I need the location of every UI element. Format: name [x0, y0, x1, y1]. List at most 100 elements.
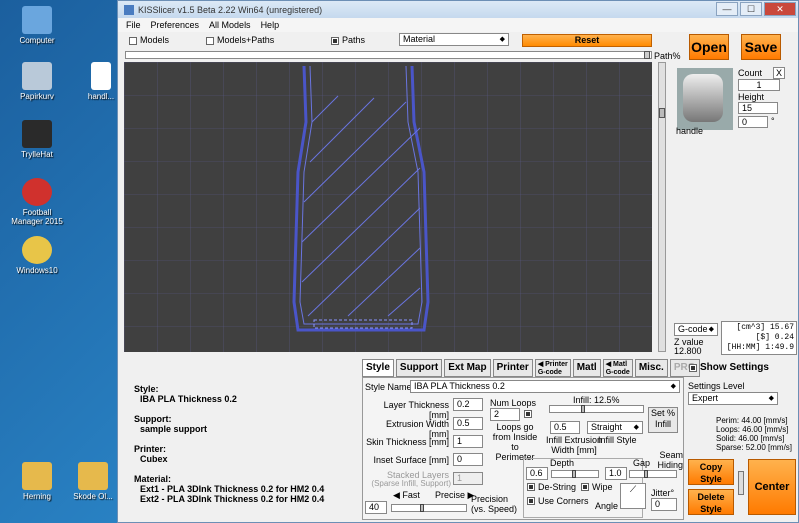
stacked-layers-input[interactable]: 1	[453, 472, 483, 485]
style-name-label: Style Name	[365, 382, 412, 392]
infill-slider[interactable]	[549, 405, 644, 413]
sparse-speed: Sparse: 52.00 [mm/s]	[716, 443, 793, 452]
tab-ext-map[interactable]: Ext Map	[444, 359, 491, 377]
paths-radio[interactable]: Paths	[331, 35, 365, 45]
toolpath-preview	[124, 62, 652, 352]
folder-icon	[78, 462, 108, 490]
extrusion-width-input[interactable]: 0.5	[453, 417, 483, 430]
jitter-label: Jitter°	[651, 488, 675, 498]
depth-input[interactable]: 0.6	[526, 467, 548, 480]
profile-summary: Style: IBA PLA Thickness 0.2 Support: sa…	[124, 356, 359, 520]
use-corners-check[interactable]	[527, 497, 535, 505]
infill-style-select[interactable]: Straight	[587, 421, 643, 434]
height-label: Height	[738, 92, 765, 102]
skin-thickness-input[interactable]: 1	[453, 435, 483, 448]
layer-scrollbar[interactable]	[658, 62, 666, 352]
tab-matl[interactable]: Matl	[572, 359, 601, 377]
desktop-icon-windows10[interactable]: Windows10	[6, 236, 68, 275]
destring-label: De-String	[538, 482, 577, 492]
tab-misc[interactable]: Misc.	[634, 359, 668, 377]
open-button[interactable]: Open	[689, 34, 729, 60]
window-title: KISSlicer v1.5 Beta 2.22 Win64 (unregist…	[138, 4, 323, 15]
remove-model-button[interactable]: X	[773, 67, 786, 79]
gap-slider[interactable]	[629, 470, 677, 478]
desktop-icon-computer[interactable]: Computer	[6, 6, 68, 45]
num-loops-input[interactable]: 2	[490, 408, 520, 421]
model-thumbnail[interactable]	[677, 68, 733, 130]
material-heading: Material:	[134, 474, 172, 484]
path-slider[interactable]	[125, 51, 652, 59]
center-button[interactable]: Center	[748, 459, 796, 515]
show-settings-check[interactable]	[689, 364, 697, 372]
tab-printer[interactable]: Printer	[492, 359, 533, 377]
tryllehat-icon	[22, 120, 52, 148]
cost-estimate: [$] 0.24	[755, 333, 794, 342]
gap-input[interactable]: 1.0	[605, 467, 627, 480]
wipe-check[interactable]	[581, 483, 589, 491]
paths-check	[331, 36, 339, 45]
close-button[interactable]: ✕	[764, 2, 796, 16]
menu-all-models[interactable]: All Models	[209, 20, 251, 30]
inset-surface-input[interactable]: 0	[453, 453, 483, 466]
num-loops-label: Num Loops	[490, 398, 537, 408]
infill-style-label: Infill Style	[598, 435, 637, 445]
settings-level-select[interactable]: Expert	[688, 392, 778, 405]
models-paths-radio[interactable]: Models+Paths	[206, 35, 274, 45]
tab-support[interactable]: Support	[395, 359, 443, 377]
desktop-icon-tryllehat[interactable]: TrylleHat	[6, 120, 68, 159]
gcode-select[interactable]: G-code	[674, 323, 718, 336]
tab-printer-gcode[interactable]: ◀ Printer G-code	[534, 359, 571, 377]
reset-button[interactable]: Reset	[522, 34, 652, 47]
splitter-handle[interactable]	[738, 471, 744, 495]
desktop-icon-recycle-bin[interactable]: Papirkurv	[6, 62, 68, 101]
precision-slider[interactable]	[391, 504, 467, 512]
folder-icon	[22, 462, 52, 490]
depth-slider-handle[interactable]	[572, 470, 576, 478]
model-name: handle	[676, 126, 704, 136]
models-radio[interactable]: Models	[129, 35, 169, 45]
extrusion-width-label: Extrusion Width [mm]	[385, 419, 449, 439]
save-button[interactable]: Save	[741, 34, 781, 60]
destring-check[interactable]	[527, 483, 535, 491]
minimize-button[interactable]: —	[716, 2, 738, 16]
desktop-icon-football-manager[interactable]: Football Manager 2015	[6, 178, 68, 226]
skin-thickness-label: Skin Thickness [mm]	[366, 437, 449, 447]
rotation-stepper[interactable]: 0	[738, 116, 768, 128]
view-mode-select[interactable]: Material	[399, 33, 509, 46]
tab-matl-gcode[interactable]: ◀ Matl G-code	[602, 359, 633, 377]
gap-slider-handle[interactable]	[644, 470, 648, 478]
style-name-select[interactable]: IBA PLA Thickness 0.2	[410, 380, 680, 393]
maximize-button[interactable]: ☐	[740, 2, 762, 16]
loops-go-label: Loops go from Inside to Perimeter	[492, 422, 538, 462]
angle-dial[interactable]: ⟋	[620, 483, 646, 509]
solid-speed: Solid: 46.00 [mm/s]	[716, 434, 785, 443]
copy-style-button[interactable]: Copy Style	[688, 459, 734, 485]
infill-extrusion-width-input[interactable]: 0.5	[550, 421, 580, 434]
title-bar[interactable]: KISSlicer v1.5 Beta 2.22 Win64 (unregist…	[118, 1, 798, 18]
recycle-bin-icon	[22, 62, 52, 90]
material-ext1: Ext1 - PLA 3DInk Thickness 0.2 for HM2 0…	[140, 484, 325, 494]
inset-surface-label: Inset Surface [mm]	[373, 455, 449, 465]
layer-thickness-input[interactable]: 0.2	[453, 398, 483, 411]
jitter-input[interactable]: 0	[651, 498, 677, 511]
count-stepper[interactable]: 1	[738, 79, 780, 91]
layer-scroll-handle[interactable]	[659, 108, 665, 118]
menu-help[interactable]: Help	[261, 20, 280, 30]
degree-label: °	[771, 116, 775, 126]
path-slider-handle[interactable]	[644, 51, 650, 59]
desktop-icon-handle[interactable]: handl...	[86, 62, 116, 101]
set-infill-button[interactable]: Set % Infill	[648, 407, 678, 433]
preview-viewport[interactable]	[124, 62, 652, 352]
precision-input[interactable]: 40	[365, 501, 387, 514]
menu-file[interactable]: File	[126, 20, 141, 30]
delete-style-button[interactable]: Delete Style	[688, 489, 734, 515]
precision-slider-handle[interactable]	[420, 504, 424, 512]
loops-inside-out-check[interactable]	[524, 410, 532, 418]
infill-slider-handle[interactable]	[581, 405, 586, 413]
desktop-icon-skode[interactable]: Skode Ol...	[70, 462, 116, 501]
height-input[interactable]: 15	[738, 102, 778, 114]
depth-slider[interactable]	[551, 470, 599, 478]
desktop-icon-herning[interactable]: Herning	[6, 462, 68, 501]
menu-preferences[interactable]: Preferences	[151, 20, 200, 30]
tab-style[interactable]: Style	[362, 359, 394, 377]
